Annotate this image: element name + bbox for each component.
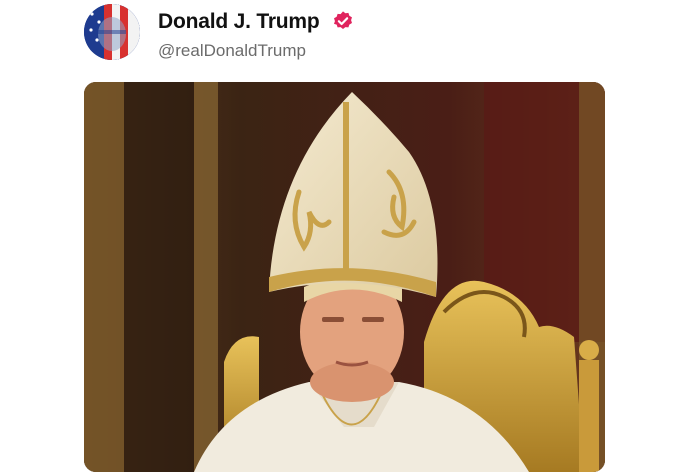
post-image[interactable] (84, 82, 605, 472)
papal-portrait-image (84, 82, 605, 472)
verified-badge-icon (334, 11, 352, 29)
flag-portrait-avatar-icon (84, 4, 140, 60)
author-name[interactable]: Donald J. Trump (158, 10, 320, 34)
avatar[interactable] (84, 4, 140, 60)
post-header: Donald J. Trump @realDonaldTrump (84, 2, 604, 62)
author-handle[interactable]: @realDonaldTrump (158, 41, 306, 61)
